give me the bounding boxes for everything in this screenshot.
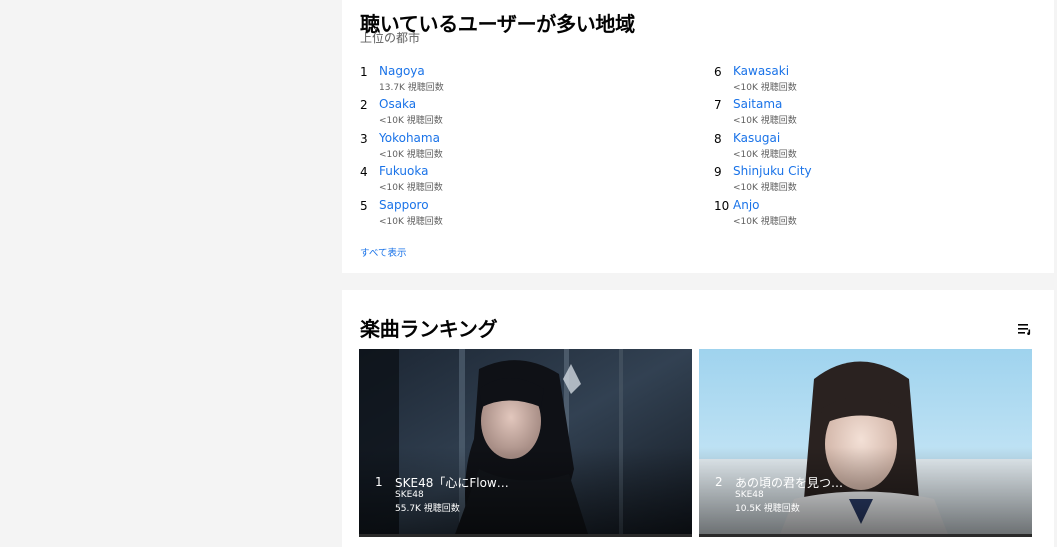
city-views: <10K 視聴回数 xyxy=(379,216,443,227)
song-tile[interactable]: 2 あの頃の君を見つ… SKE48 10.5K 視聴回数 xyxy=(699,349,1032,537)
city-link[interactable]: Kawasaki xyxy=(733,64,789,78)
city-rank: 10 xyxy=(714,198,730,213)
city-rank: 2 xyxy=(360,98,368,113)
song-title: あの頃の君を見つ… xyxy=(735,476,844,490)
song-rank: 1 xyxy=(375,475,383,489)
city-rank: 6 xyxy=(714,65,722,79)
song-ranking-title: 楽曲ランキング xyxy=(360,317,498,341)
city-row: 10 Anjo <10K 視聴回数 xyxy=(714,197,1014,230)
city-row: 7 Saitama <10K 視聴回数 xyxy=(714,96,1014,129)
city-link[interactable]: Osaka xyxy=(379,97,416,111)
top-cities-card: 聴いているユーザーが多い地域 上位の都市 1 Nagoya 13.7K 視聴回数… xyxy=(342,0,1054,273)
city-row: 4 Fukuoka <10K 視聴回数 xyxy=(360,163,660,196)
city-row: 8 Kasugai <10K 視聴回数 xyxy=(714,130,1014,163)
city-link[interactable]: Fukuoka xyxy=(379,164,428,178)
cities-column-right: 6 Kawasaki <10K 視聴回数 7 Saitama <10K 視聴回数… xyxy=(714,63,1014,230)
city-link[interactable]: Yokohama xyxy=(379,131,440,145)
city-link[interactable]: Kasugai xyxy=(733,131,780,145)
city-row: 3 Yokohama <10K 視聴回数 xyxy=(360,130,660,163)
song-plays: 10.5K 視聴回数 xyxy=(735,504,800,514)
city-views: <10K 視聴回数 xyxy=(379,116,443,127)
city-row: 5 Sapporo <10K 視聴回数 xyxy=(360,197,660,230)
city-rank: 7 xyxy=(714,98,722,113)
city-views: <10K 視聴回数 xyxy=(379,149,443,160)
tile-bottom-bar xyxy=(359,534,692,537)
tile-bottom-bar xyxy=(699,534,1032,537)
song-tile[interactable]: 1 SKE48「心にFlow… SKE48 55.7K 視聴回数 xyxy=(359,349,692,537)
show-all-link[interactable]: すべて表示 xyxy=(360,245,406,259)
city-views: <10K 視聴回数 xyxy=(733,183,797,194)
city-link[interactable]: Nagoya xyxy=(379,64,425,78)
song-artist: SKE48 xyxy=(735,490,764,500)
page: 聴いているユーザーが多い地域 上位の都市 1 Nagoya 13.7K 視聴回数… xyxy=(0,0,1057,547)
song-ranking-card: 楽曲ランキング 1 SKE48「心にFlow… SKE48 55.7K 視聴回数… xyxy=(342,290,1054,547)
cities-card-subtitle: 上位の都市 xyxy=(360,31,421,45)
city-row: 9 Shinjuku City <10K 視聴回数 xyxy=(714,163,1014,196)
cities-column-left: 1 Nagoya 13.7K 視聴回数 2 Osaka <10K 視聴回数 3 … xyxy=(360,63,660,230)
city-views: <10K 視聴回数 xyxy=(733,116,797,127)
city-rank: 9 xyxy=(714,165,722,180)
city-row: 1 Nagoya 13.7K 視聴回数 xyxy=(360,63,660,96)
city-rank: 5 xyxy=(360,198,368,213)
song-artist: SKE48 xyxy=(395,490,424,500)
city-link[interactable]: Sapporo xyxy=(379,198,429,212)
city-link[interactable]: Anjo xyxy=(733,198,760,212)
city-views: <10K 視聴回数 xyxy=(733,149,797,160)
city-row: 2 Osaka <10K 視聴回数 xyxy=(360,96,660,129)
city-row: 6 Kawasaki <10K 視聴回数 xyxy=(714,63,1014,96)
city-views: <10K 視聴回数 xyxy=(379,183,443,194)
song-title: SKE48「心にFlow… xyxy=(395,476,509,490)
city-link[interactable]: Shinjuku City xyxy=(733,164,812,178)
city-views: <10K 視聴回数 xyxy=(733,216,797,227)
playlist-icon[interactable] xyxy=(1018,323,1032,335)
city-rank: 8 xyxy=(714,131,722,146)
city-rank: 4 xyxy=(360,165,368,180)
city-views: 13.7K 視聴回数 xyxy=(379,83,444,93)
city-link[interactable]: Saitama xyxy=(733,97,782,111)
song-plays: 55.7K 視聴回数 xyxy=(395,504,460,514)
city-views: <10K 視聴回数 xyxy=(733,83,797,93)
song-rank: 2 xyxy=(715,475,723,489)
city-rank: 1 xyxy=(360,65,368,79)
city-rank: 3 xyxy=(360,131,368,146)
